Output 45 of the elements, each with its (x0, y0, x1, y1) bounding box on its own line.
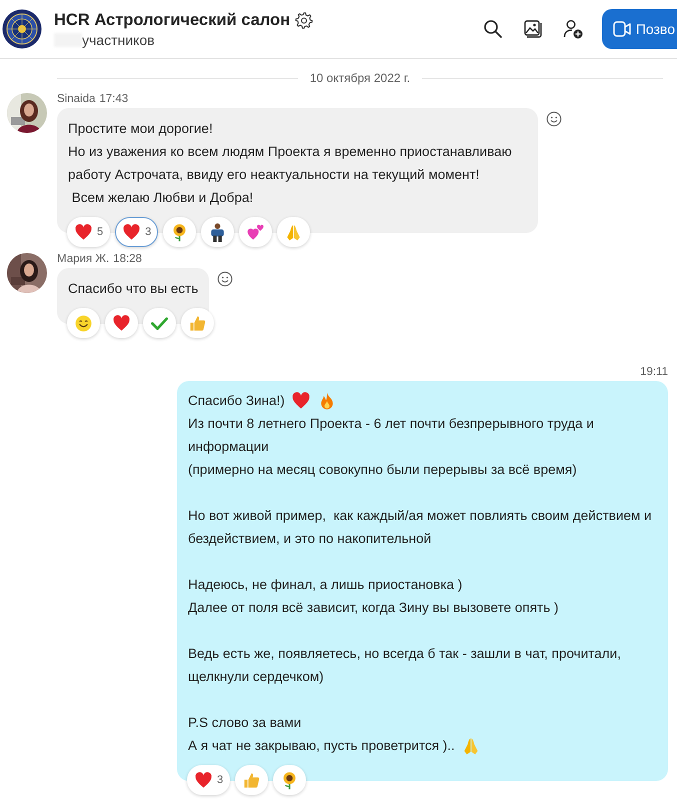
heart-icon (122, 222, 142, 242)
add-reaction-button[interactable] (217, 271, 234, 287)
message-text: P.S слово за вами (188, 714, 302, 732)
message-text: Всем желаю Любви и Добра! (70, 189, 254, 207)
date-separator: 10 октября 2022 г. (310, 71, 410, 85)
reaction-button[interactable] (201, 217, 234, 247)
call-button[interactable]: Позво (602, 9, 677, 49)
message-time: 19:11 (640, 366, 668, 378)
gallery-icon[interactable] (522, 18, 544, 40)
message-time: 17:43 (99, 93, 128, 105)
add-reaction-button[interactable] (546, 111, 562, 127)
message-text: Спасибо что вы есть (68, 280, 198, 298)
member-count: участников (82, 32, 155, 48)
reaction-button[interactable]: 5 (67, 217, 110, 247)
thumbs-up-icon (242, 770, 262, 790)
sender-name: Мария Ж. (57, 253, 110, 265)
heart-icon (290, 390, 311, 410)
add-person-icon[interactable] (562, 18, 584, 40)
reaction-button[interactable] (273, 765, 306, 795)
two-hearts-icon (246, 222, 266, 242)
message-text: Ведь есть же, появляетесь, но всегда б так - зашли в чат, прочитали, щелкнули сердечком) (188, 645, 622, 686)
sender-name: Sinaida (57, 93, 96, 105)
video-call-icon (612, 19, 632, 39)
heart-icon (74, 222, 93, 242)
message-time: 18:28 (113, 253, 142, 265)
thumbs-up-icon (188, 314, 207, 332)
chat-title: HCR Астрологический салон (54, 10, 290, 30)
message-text: Надеюсь, не финал, а лишь приостановка ) (188, 576, 462, 594)
message-text: (примерно на месяц совокупно были перерывы за всё время) (188, 461, 577, 479)
message-text: Далее от поля всё зависит, когда Зину вы вызовете опять ) (188, 599, 558, 617)
message-text: Из почти 8 летнего Проекта - 6 лет почти безпрерывного труда и информации (188, 415, 595, 456)
search-icon[interactable] (482, 18, 504, 40)
smile-icon (74, 314, 93, 332)
heart-icon (194, 770, 213, 790)
reaction-button[interactable]: 3 (115, 217, 158, 247)
reaction-button[interactable] (163, 217, 196, 247)
reaction-button[interactable]: 3 (187, 765, 230, 795)
message-text: Но из уважения ко всем людям Проекта я временно приостанавливаю работу Астрочата, ввиду его неактуальности на текущий момент! (68, 143, 513, 184)
message-text: Но вот живой пример, как каждый/ая может повлиять своим действием и бездействием, и это по накопительной (188, 507, 653, 548)
heart-icon (112, 314, 131, 332)
group-logo (2, 9, 42, 49)
message-text: Простите мои дорогие! (68, 120, 213, 138)
message-text: Спасибо Зина!) (188, 392, 285, 410)
settings-icon[interactable] (295, 11, 314, 29)
message-text: А я чат не закрываю, пусть проветрится ).. (188, 737, 455, 755)
